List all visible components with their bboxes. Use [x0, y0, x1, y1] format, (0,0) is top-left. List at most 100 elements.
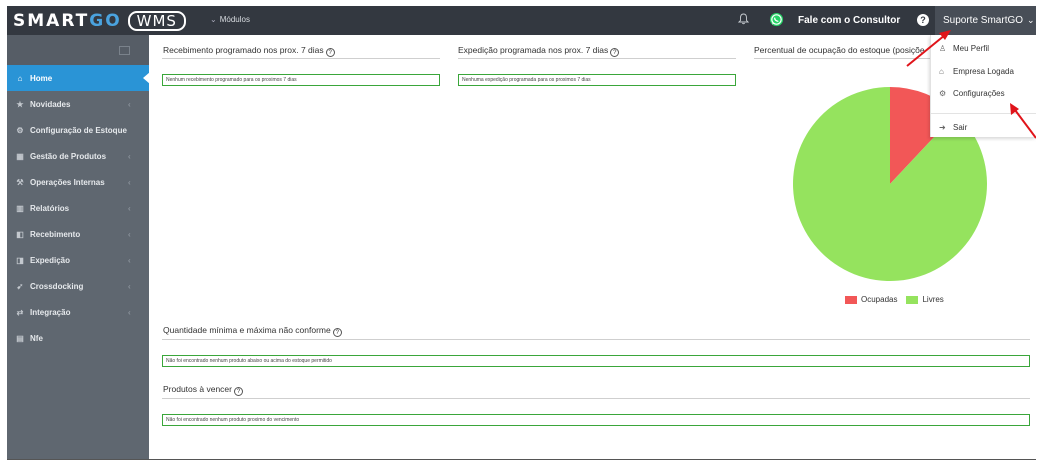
- document-icon: ▤: [16, 333, 24, 343]
- send-icon: ➹: [16, 281, 24, 291]
- panel-title-shipping: Expedição programada nos prox. 7 dias?: [458, 45, 620, 57]
- help-circle-icon[interactable]: ?: [332, 328, 342, 337]
- legend-label-livres[interactable]: Livres: [922, 295, 943, 304]
- chevron-left-icon: ‹: [128, 255, 131, 265]
- help-circle-icon[interactable]: ?: [325, 48, 335, 57]
- chevron-left-icon: ‹: [128, 229, 131, 239]
- chevron-left-icon: ‹: [128, 99, 131, 109]
- panel-title-occupancy: Percentual de ocupação do estoque (posiç…: [754, 45, 925, 55]
- sidebar-item-label: Gestão de Produtos: [30, 151, 107, 161]
- panel-title-expiring: Produtos à vencer?: [163, 384, 243, 396]
- sidebar-item-nfe[interactable]: ▤ Nfe: [7, 325, 149, 351]
- help-icon[interactable]: ?: [917, 14, 929, 26]
- truck-icon: ◨: [16, 255, 24, 265]
- menu-item-label: Sair: [953, 123, 968, 132]
- sidebar-item-gestao-produtos[interactable]: ▦ Gestão de Produtos ‹: [7, 143, 149, 169]
- sidebar-toggle[interactable]: [7, 35, 149, 65]
- panel-title-text: Produtos à vencer: [163, 384, 232, 394]
- house-icon: ⌂: [17, 73, 23, 83]
- panel-title-text: Recebimento programado nos prox. 7 dias: [163, 45, 324, 55]
- user-name: Suporte SmartGO: [943, 15, 1024, 26]
- sidebar-item-configuracao-estoque[interactable]: ⚙ Configuração de Estoque: [7, 117, 149, 143]
- menu-item-configuracoes[interactable]: ⚙ Configurações: [939, 89, 1005, 98]
- logout-icon: ➜: [939, 123, 946, 132]
- menu-toggle-icon: [119, 46, 130, 55]
- legend-label-ocupadas[interactable]: Ocupadas: [861, 295, 897, 304]
- sidebar-item-label: Configuração de Estoque: [30, 125, 127, 135]
- menu-item-label: Configurações: [953, 89, 1005, 98]
- panel-title-text: Quantidade mínima e máxima não conforme: [163, 325, 331, 335]
- sidebar-item-label: Novidades: [30, 99, 71, 109]
- sidebar-item-label: Operações Internas: [30, 177, 105, 187]
- logo-text-wms: WMS: [127, 10, 186, 31]
- menu-item-meu-perfil[interactable]: ♙ Meu Perfil: [939, 44, 989, 53]
- logo-text-smart: SMART: [13, 10, 90, 31]
- help-circle-icon[interactable]: ?: [610, 48, 620, 57]
- chart-legend: Ocupadas Livres: [845, 295, 944, 304]
- sidebar-item-operacoes-internas[interactable]: ⚒ Operações Internas ‹: [7, 169, 149, 195]
- sidebar-item-home[interactable]: ⌂ Home: [7, 65, 150, 91]
- sidebar-item-label: Home: [30, 73, 53, 83]
- panel-title-text: Expedição programada nos prox. 7 dias: [458, 45, 609, 55]
- tools-icon: ⚒: [16, 177, 24, 187]
- chevron-down-icon: ⌄: [210, 15, 217, 24]
- expiring-message: Não foi encontrado nenhum produto proxim…: [162, 414, 1030, 426]
- divider: [162, 398, 1030, 399]
- sidebar-item-integracao[interactable]: ⇄ Integração ‹: [7, 299, 149, 325]
- home-outline-icon: ⌂: [939, 67, 944, 76]
- chevron-left-icon: ‹: [128, 177, 131, 187]
- shipping-message: Nenhuma expedição programada para os pro…: [458, 74, 736, 86]
- sidebar-item-novidades[interactable]: ★ Novidades ‹: [7, 91, 149, 117]
- whatsapp-icon[interactable]: [769, 12, 784, 27]
- sidebar-item-label: Nfe: [30, 333, 43, 343]
- bell-icon[interactable]: [738, 13, 749, 25]
- divider: [162, 58, 440, 59]
- modules-label: Módulos: [219, 15, 250, 24]
- star-icon: ★: [16, 99, 24, 109]
- barcode-icon: ▦: [16, 151, 24, 161]
- sidebar-item-recebimento[interactable]: ◧ Recebimento ‹: [7, 221, 149, 247]
- legend-swatch-livres: [906, 295, 919, 304]
- divider: [162, 339, 1030, 340]
- sidebar-item-crossdocking[interactable]: ➹ Crossdocking ‹: [7, 273, 149, 299]
- inbox-truck-icon: ◧: [16, 229, 24, 239]
- user-dropdown-menu: ♙ Meu Perfil ⌂ Empresa Logada ⚙ Configuraçõ…: [930, 35, 1036, 137]
- panel-title-minmax: Quantidade mínima e máxima não conforme?: [163, 325, 342, 337]
- minmax-message: Não foi encontrado nenhum produto abaixo…: [162, 355, 1030, 367]
- help-circle-icon[interactable]: ?: [233, 387, 243, 396]
- sidebar-item-label: Integração: [30, 307, 71, 317]
- sidebar-item-label: Crossdocking: [30, 281, 84, 291]
- contact-consultant-link[interactable]: Fale com o Consultor: [798, 15, 900, 26]
- chevron-left-icon: ‹: [128, 203, 131, 213]
- app-window: SMART GO WMS ⌄ Módulos Fale com o Consult…: [7, 6, 1036, 460]
- settings-icon: ⚙: [939, 89, 947, 98]
- receiving-message: Nenhum recebimento programado para os pr…: [162, 74, 440, 86]
- menu-item-label: Empresa Logada: [953, 67, 1014, 76]
- chevron-left-icon: ‹: [128, 281, 131, 291]
- top-bar: SMART GO WMS ⌄ Módulos Fale com o Consult…: [7, 6, 1036, 35]
- panel-title-receiving: Recebimento programado nos prox. 7 dias?: [163, 45, 335, 57]
- sidebar-item-label: Expedição: [30, 255, 71, 265]
- menu-item-sair[interactable]: ➜ Sair: [939, 123, 967, 132]
- chevron-left-icon: ‹: [128, 151, 131, 161]
- sidebar-item-label: Recebimento: [30, 229, 81, 239]
- sidebar-item-expedicao[interactable]: ◨ Expedição ‹: [7, 247, 149, 273]
- chevron-left-icon: ‹: [128, 307, 131, 317]
- legend-swatch-ocupadas: [845, 295, 857, 304]
- user-menu-button[interactable]: Suporte SmartGO ⌄: [935, 6, 1036, 35]
- smartgo-wms-logo[interactable]: SMART GO WMS: [13, 10, 186, 31]
- sidebar-item-relatorios[interactable]: ▥ Relatórios ‹: [7, 195, 149, 221]
- cogs-icon: ⚙: [16, 125, 24, 135]
- menu-item-empresa-logada[interactable]: ⌂ Empresa Logada: [939, 67, 1014, 76]
- menu-divider: [931, 113, 1036, 114]
- chevron-down-icon: ⌄: [1027, 15, 1035, 25]
- chart-icon: ▥: [16, 203, 24, 213]
- user-icon: ♙: [939, 44, 947, 53]
- exchange-icon: ⇄: [16, 307, 24, 317]
- modules-menu[interactable]: ⌄ Módulos: [210, 15, 250, 24]
- divider: [458, 58, 736, 59]
- panel-title-text: Percentual de ocupação do estoque (posiç…: [754, 45, 925, 55]
- sidebar-item-label: Relatórios: [30, 203, 70, 213]
- logo-text-go: GO: [89, 10, 122, 31]
- sidebar: ⌂ Home ★ Novidades ‹ ⚙ Configuração de Estoq…: [7, 35, 150, 459]
